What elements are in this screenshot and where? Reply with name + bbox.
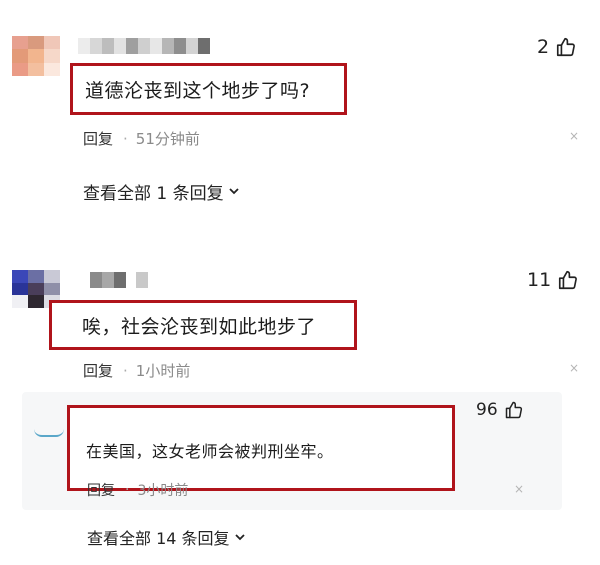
- view-all-replies-link[interactable]: 查看全部 14 条回复: [87, 525, 246, 549]
- thumbs-up-icon[interactable]: [557, 269, 579, 291]
- close-icon[interactable]: ×: [569, 129, 579, 143]
- reply-button[interactable]: 回复: [83, 128, 113, 149]
- reply-avatar-edge: [34, 429, 64, 437]
- comment-meta: 回复 · 1小时前: [83, 360, 190, 381]
- reply-text: 在美国，这女老师会被判刑坐牢。: [86, 442, 334, 461]
- timestamp: 51分钟前: [135, 130, 200, 148]
- reply-button[interactable]: 回复: [83, 360, 113, 381]
- chevron-down-icon: [228, 182, 240, 202]
- comment-text: 唉，社会沦丧到如此地步了: [82, 315, 317, 338]
- close-icon[interactable]: ×: [569, 361, 579, 375]
- username[interactable]: [90, 272, 148, 288]
- reply-text-highlight: 在美国，这女老师会被判刑坐牢。: [67, 405, 455, 491]
- chevron-down-icon: [234, 528, 246, 547]
- separator-dot: ·: [123, 129, 128, 148]
- like-counter[interactable]: 96: [476, 400, 524, 420]
- thumbs-up-icon[interactable]: [555, 36, 577, 58]
- like-counter[interactable]: 11: [527, 269, 579, 291]
- view-all-replies-label: 查看全部 14 条回复: [87, 529, 230, 548]
- comment-text-highlight: 道德沦丧到这个地步了吗?: [70, 63, 347, 115]
- close-icon[interactable]: ×: [514, 482, 524, 496]
- like-count: 11: [527, 269, 552, 291]
- like-count: 2: [537, 36, 550, 58]
- separator-dot: ·: [125, 482, 130, 498]
- separator-dot: ·: [123, 361, 128, 380]
- thumbs-up-icon[interactable]: [504, 400, 524, 420]
- reply-button[interactable]: 回复: [87, 480, 115, 500]
- comment-text-highlight: 唉，社会沦丧到如此地步了: [49, 300, 357, 350]
- like-counter[interactable]: 2: [537, 36, 577, 58]
- like-count: 96: [476, 400, 498, 420]
- view-all-replies-label: 查看全部 1 条回复: [83, 184, 224, 204]
- timestamp: 3小时前: [137, 483, 189, 499]
- comment-meta: 回复 · 51分钟前: [83, 128, 200, 149]
- view-all-replies-link[interactable]: 查看全部 1 条回复: [83, 179, 240, 204]
- reply-meta: 回复 · 3小时前: [87, 480, 188, 500]
- username[interactable]: [78, 38, 210, 54]
- timestamp: 1小时前: [135, 362, 191, 380]
- comment-text: 道德沦丧到这个地步了吗?: [85, 79, 311, 102]
- avatar[interactable]: [12, 36, 60, 76]
